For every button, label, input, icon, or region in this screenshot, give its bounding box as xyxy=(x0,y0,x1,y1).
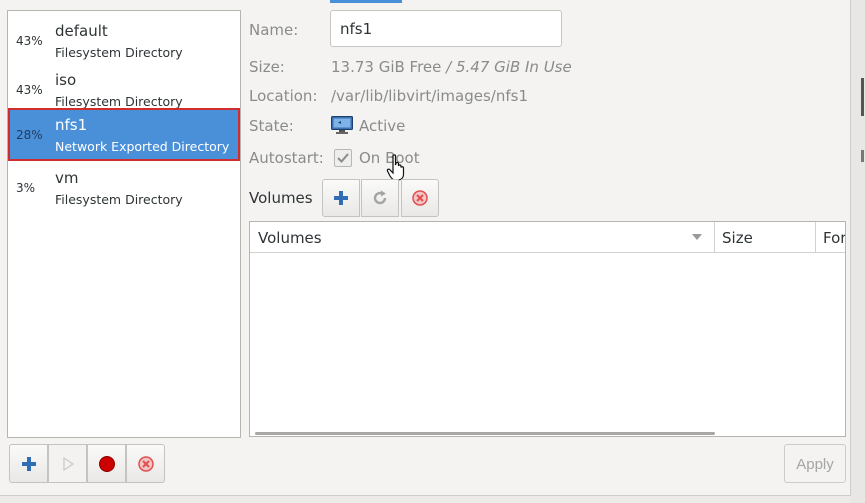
plus-icon xyxy=(22,457,36,471)
location-value: /var/lib/libvirt/images/nfs1 xyxy=(331,87,528,105)
volumes-table[interactable]: Volumes Size For xyxy=(249,221,846,437)
size-separator: / xyxy=(441,58,456,76)
size-value: 13.73 GiB Free / 5.47 GiB In Use xyxy=(331,58,572,76)
sort-descending-icon xyxy=(692,234,702,240)
pool-type: Network Exported Directory xyxy=(55,139,230,154)
pool-usage-percent: 28% xyxy=(16,128,43,142)
pool-item-default[interactable]: 43% default Filesystem Directory xyxy=(9,16,239,64)
refresh-volumes-button[interactable] xyxy=(361,179,399,217)
state-label: State: xyxy=(249,117,294,135)
pool-type: Filesystem Directory xyxy=(55,192,183,207)
column-header-size[interactable]: Size xyxy=(722,229,753,247)
pool-name: nfs1 xyxy=(55,116,88,134)
pool-usage-percent: 3% xyxy=(16,181,36,195)
delete-pool-button[interactable] xyxy=(126,444,165,483)
pool-name: vm xyxy=(55,169,79,187)
play-icon xyxy=(63,456,75,472)
column-separator xyxy=(815,222,816,252)
active-tab-indicator xyxy=(330,0,402,3)
size-used: 5.47 GiB In Use xyxy=(455,58,572,76)
autostart-label: Autostart: xyxy=(249,149,324,167)
background-window-edge xyxy=(851,0,865,503)
size-free: 13.73 GiB Free xyxy=(331,58,442,76)
checkmark-icon xyxy=(337,153,349,163)
location-label: Location: xyxy=(249,87,318,105)
delete-volume-button[interactable] xyxy=(401,179,439,217)
stop-icon xyxy=(99,456,115,472)
add-pool-button[interactable] xyxy=(9,444,48,483)
plus-icon xyxy=(334,191,348,205)
pool-name: iso xyxy=(55,71,77,89)
apply-button[interactable]: Apply xyxy=(784,444,846,483)
pool-item-iso[interactable]: 43% iso Filesystem Directory xyxy=(9,65,239,113)
pool-item-vm[interactable]: 3% vm Filesystem Directory xyxy=(9,163,239,211)
monitor-icon xyxy=(331,116,353,134)
refresh-icon xyxy=(373,190,387,205)
background-window-edge xyxy=(0,496,851,503)
pool-type: Filesystem Directory xyxy=(55,45,183,60)
size-label: Size: xyxy=(249,58,285,76)
column-header-volumes[interactable]: Volumes xyxy=(258,229,322,247)
background-scroll-mark xyxy=(861,150,864,162)
column-separator xyxy=(714,222,715,252)
column-header-format[interactable]: For xyxy=(823,229,845,247)
pool-name: default xyxy=(55,22,108,40)
background-scroll-mark xyxy=(861,78,864,116)
pool-name-field[interactable]: nfs1 xyxy=(330,10,562,47)
autostart-checkbox[interactable] xyxy=(334,149,352,167)
delete-icon xyxy=(138,456,154,472)
volumes-table-header: Volumes Size For xyxy=(250,222,845,253)
horizontal-scrollbar[interactable] xyxy=(255,432,715,435)
pool-usage-percent: 43% xyxy=(16,34,43,48)
delete-icon xyxy=(412,190,428,206)
storage-pool-list[interactable]: 43% default Filesystem Directory 43% iso… xyxy=(7,10,241,438)
stop-pool-button[interactable] xyxy=(87,444,126,483)
pool-usage-percent: 43% xyxy=(16,83,43,97)
volumes-label: Volumes xyxy=(249,189,313,207)
state-value: Active xyxy=(359,117,406,135)
pool-type: Filesystem Directory xyxy=(55,94,183,109)
pool-item-nfs1[interactable]: 28% nfs1 Network Exported Directory xyxy=(8,108,240,161)
start-pool-button[interactable] xyxy=(48,444,87,483)
name-label: Name: xyxy=(249,21,299,39)
add-volume-button[interactable] xyxy=(322,179,360,217)
